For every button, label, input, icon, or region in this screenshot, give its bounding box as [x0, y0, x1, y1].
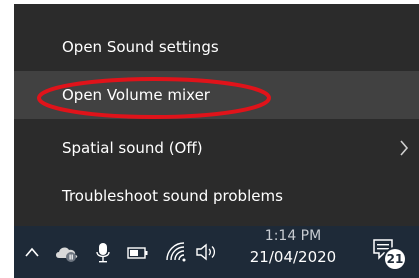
menu-item-label: Spatial sound (Off)	[62, 139, 203, 157]
menu-item-open-volume-mixer[interactable]: Open Volume mixer	[14, 71, 419, 119]
menu-item-label: Troubleshoot sound problems	[62, 187, 283, 205]
wifi-icon[interactable]	[164, 240, 188, 264]
menu-item-label: Open Sound settings	[62, 38, 219, 56]
action-center-button[interactable]: 21	[371, 237, 405, 269]
taskbar: 1:14 PM 21/04/2020 21	[14, 226, 419, 278]
sound-context-menu: Open Sound settings Open Volume mixer Sp…	[14, 4, 419, 226]
taskbar-clock[interactable]: 1:14 PM 21/04/2020	[234, 228, 352, 270]
battery-icon[interactable]	[126, 240, 150, 264]
clock-date: 21/04/2020	[249, 248, 337, 266]
microphone-icon[interactable]	[94, 240, 112, 264]
menu-item-label: Open Volume mixer	[62, 86, 210, 104]
menu-item-open-sound-settings[interactable]: Open Sound settings	[14, 23, 419, 71]
menu-item-spatial-sound[interactable]: Spatial sound (Off)	[14, 124, 419, 172]
screenshot: Open Sound settings Open Volume mixer Sp…	[0, 0, 419, 278]
menu-item-troubleshoot-sound[interactable]: Troubleshoot sound problems	[14, 172, 419, 220]
notification-count-badge: 21	[385, 249, 405, 269]
chevron-up-icon[interactable]	[24, 240, 40, 264]
onedrive-icon[interactable]	[54, 240, 80, 264]
clock-time: 1:14 PM	[264, 228, 322, 244]
speaker-icon[interactable]	[194, 240, 220, 264]
chevron-right-icon	[399, 124, 413, 172]
